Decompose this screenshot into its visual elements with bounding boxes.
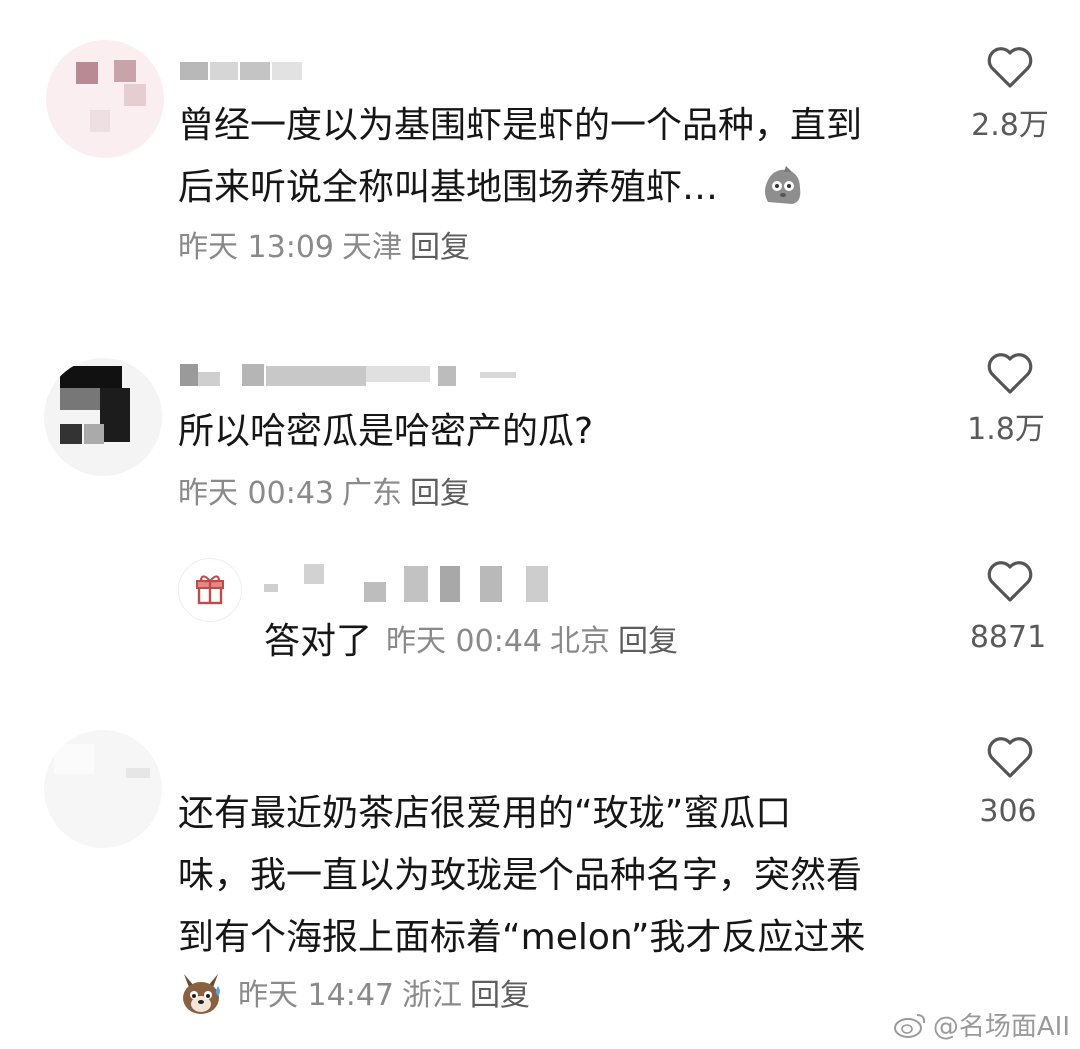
comment-location: 浙江 xyxy=(402,978,462,1013)
gift-box-icon xyxy=(196,575,224,605)
like-count: 1.8万 xyxy=(967,412,1045,447)
comment-time: 昨天 13:09 xyxy=(178,230,334,265)
comment-text-line: 到有个海报上面标着“melon”我才反应过来 xyxy=(178,917,866,958)
clay-face-emoji-icon xyxy=(758,162,806,210)
heart-icon[interactable] xyxy=(985,558,1035,604)
comment-meta: 昨天 13:09 天津 回复 xyxy=(178,228,478,268)
avatar[interactable] xyxy=(46,40,164,158)
comment-text-line: 味，我一直以为玫珑是个品种名字，突然看 xyxy=(178,855,863,896)
reply-button[interactable]: 回复 xyxy=(618,616,678,660)
heart-icon[interactable] xyxy=(985,44,1035,90)
watermark: @名场面AII xyxy=(893,1006,1070,1043)
dog-emoji-icon xyxy=(176,968,226,1018)
reply-button[interactable]: 回复 xyxy=(410,230,470,265)
avatar[interactable] xyxy=(44,358,162,476)
comment-location: 北京 xyxy=(550,624,611,659)
comment-location: 广东 xyxy=(342,476,402,511)
avatar[interactable] xyxy=(44,730,162,848)
weibo-logo-icon xyxy=(893,1013,925,1038)
comment-meta: 昨天 00:43 广东 回复 xyxy=(178,474,478,514)
heart-icon[interactable] xyxy=(985,734,1035,780)
comment-text-line: 曾经一度以为基围虾是虾的一个品种，直到 xyxy=(178,105,863,146)
comment-location: 天津 xyxy=(342,230,402,265)
avatar[interactable] xyxy=(178,558,242,622)
comment-text-line: 所以哈密瓜是哈密产的瓜? xyxy=(178,411,594,452)
like-count: 8871 xyxy=(969,620,1047,655)
username-redacted[interactable] xyxy=(180,62,304,80)
like-count: 2.8万 xyxy=(971,108,1049,143)
like-count: 306 xyxy=(979,794,1037,829)
comment-meta: 昨天 14:47 浙江 回复 xyxy=(238,976,538,1016)
heart-icon[interactable] xyxy=(985,350,1035,396)
comment-text-line: 后来听说全称叫基地围场养殖虾… xyxy=(178,167,719,208)
reply-button[interactable]: 回复 xyxy=(410,476,470,511)
reply-row: 答对了 昨天 00:44 北京 回复 xyxy=(264,606,678,670)
watermark-text: @名场面AII xyxy=(932,1012,1070,1042)
comment-time: 昨天 14:47 xyxy=(238,978,394,1013)
comment-text: 答对了 xyxy=(264,621,373,662)
username-redacted[interactable] xyxy=(180,364,520,386)
comment-text-line: 还有最近奶茶店很爱用的“玫珑”蜜瓜口 xyxy=(178,793,792,834)
username-redacted[interactable] xyxy=(264,562,550,604)
comment-time: 昨天 00:43 xyxy=(178,476,334,511)
comment-time: 昨天 00:44 xyxy=(386,624,543,659)
reply-button[interactable]: 回复 xyxy=(470,978,530,1013)
